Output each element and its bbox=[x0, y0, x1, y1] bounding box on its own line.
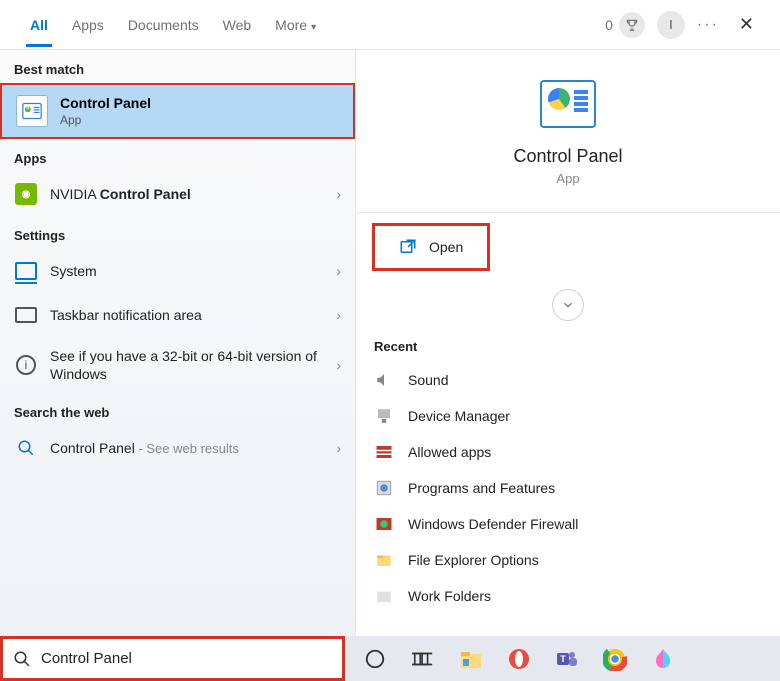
close-button[interactable]: ✕ bbox=[731, 10, 762, 39]
control-panel-icon bbox=[16, 95, 48, 127]
search-icon bbox=[14, 436, 38, 460]
open-label: Open bbox=[429, 239, 463, 255]
preview-title: Control Panel bbox=[513, 146, 622, 167]
control-panel-large-icon bbox=[540, 80, 596, 128]
work-folders-icon bbox=[374, 586, 394, 606]
section-apps: Apps bbox=[0, 139, 355, 172]
tab-apps[interactable]: Apps bbox=[60, 3, 116, 47]
result-system[interactable]: System › bbox=[0, 249, 355, 293]
recent-sound[interactable]: Sound bbox=[374, 362, 762, 398]
folder-options-icon bbox=[374, 550, 394, 570]
recent-device-manager[interactable]: Device Manager bbox=[374, 398, 762, 434]
recent-item-label: Device Manager bbox=[408, 408, 510, 424]
tab-documents[interactable]: Documents bbox=[116, 3, 211, 47]
rewards-count: 0 bbox=[605, 17, 613, 33]
recent-label: Recent bbox=[374, 331, 762, 362]
recent-item-label: File Explorer Options bbox=[408, 552, 539, 568]
best-match-subtitle: App bbox=[60, 113, 151, 127]
recent-file-explorer-options[interactable]: File Explorer Options bbox=[374, 542, 762, 578]
chevron-right-icon: › bbox=[336, 186, 341, 202]
paint-taskbar-icon[interactable] bbox=[649, 645, 677, 673]
expand-button[interactable] bbox=[552, 289, 584, 321]
device-manager-icon bbox=[374, 406, 394, 426]
result-name: Control Panel bbox=[50, 440, 135, 456]
preview-subtitle: App bbox=[556, 171, 579, 186]
options-button[interactable]: ··· bbox=[697, 16, 719, 34]
programs-icon bbox=[374, 478, 394, 498]
user-avatar[interactable]: I bbox=[657, 11, 685, 39]
best-match-result[interactable]: Control Panel App bbox=[0, 83, 355, 139]
result-prefix: NVIDIA bbox=[50, 186, 100, 202]
taskbar: T bbox=[345, 636, 780, 681]
file-explorer-taskbar-icon[interactable] bbox=[457, 645, 485, 673]
recent-item-label: Work Folders bbox=[408, 588, 491, 604]
cortana-icon[interactable] bbox=[361, 645, 389, 673]
result-taskbar-notification[interactable]: Taskbar notification area › bbox=[0, 293, 355, 337]
open-action[interactable]: Open bbox=[372, 223, 490, 271]
chevron-right-icon: › bbox=[336, 307, 341, 323]
firewall-icon bbox=[374, 442, 394, 462]
result-web-search[interactable]: Control Panel - See web results › bbox=[0, 426, 355, 470]
taskbar-icon bbox=[15, 307, 37, 323]
info-icon: i bbox=[16, 355, 36, 375]
section-best-match: Best match bbox=[0, 50, 355, 83]
task-view-icon[interactable] bbox=[409, 645, 437, 673]
recent-item-label: Sound bbox=[408, 372, 448, 388]
speaker-icon bbox=[374, 370, 394, 390]
opera-taskbar-icon[interactable] bbox=[505, 645, 533, 673]
tab-more[interactable]: More ▾ bbox=[263, 3, 328, 47]
monitor-icon bbox=[15, 262, 37, 280]
result-name: System bbox=[50, 262, 336, 280]
recent-programs-features[interactable]: Programs and Features bbox=[374, 470, 762, 506]
search-box[interactable] bbox=[0, 636, 345, 681]
result-hint: - See web results bbox=[135, 441, 239, 456]
teams-taskbar-icon[interactable]: T bbox=[553, 645, 581, 673]
chevron-right-icon: › bbox=[336, 263, 341, 279]
recent-item-label: Allowed apps bbox=[408, 444, 491, 460]
chevron-right-icon: › bbox=[336, 357, 341, 373]
best-match-title: Control Panel bbox=[60, 95, 151, 111]
search-icon bbox=[13, 650, 31, 668]
recent-item-label: Programs and Features bbox=[408, 480, 555, 496]
open-icon bbox=[399, 238, 417, 256]
section-settings: Settings bbox=[0, 216, 355, 249]
recent-item-label: Windows Defender Firewall bbox=[408, 516, 578, 532]
rewards-button[interactable]: 0 bbox=[605, 12, 645, 38]
result-name: Taskbar notification area bbox=[50, 306, 336, 324]
tab-web[interactable]: Web bbox=[211, 3, 264, 47]
chevron-down-icon: ▾ bbox=[311, 22, 316, 33]
chrome-taskbar-icon[interactable] bbox=[601, 645, 629, 673]
svg-text:T: T bbox=[560, 654, 566, 664]
result-name: See if you have a 32-bit or 64-bit versi… bbox=[50, 347, 336, 383]
chevron-right-icon: › bbox=[336, 440, 341, 456]
trophy-icon bbox=[619, 12, 645, 38]
recent-work-folders[interactable]: Work Folders bbox=[374, 578, 762, 614]
recent-defender-firewall[interactable]: Windows Defender Firewall bbox=[374, 506, 762, 542]
result-32-64-bit[interactable]: i See if you have a 32-bit or 64-bit ver… bbox=[0, 337, 355, 393]
tab-more-label: More bbox=[275, 17, 307, 33]
recent-allowed-apps[interactable]: Allowed apps bbox=[374, 434, 762, 470]
result-name: Control Panel bbox=[100, 186, 191, 202]
search-tabs-bar: All Apps Documents Web More ▾ 0 I ··· ✕ bbox=[0, 0, 780, 50]
search-input[interactable] bbox=[41, 650, 332, 667]
defender-icon bbox=[374, 514, 394, 534]
results-pane: Best match Control Panel App Apps ◉ NVID… bbox=[0, 50, 355, 650]
tab-all[interactable]: All bbox=[18, 3, 60, 47]
section-web: Search the web bbox=[0, 393, 355, 426]
result-nvidia-control-panel[interactable]: ◉ NVIDIA Control Panel › bbox=[0, 172, 355, 216]
preview-pane: Control Panel App Open Recent Sound Devi bbox=[355, 50, 780, 650]
nvidia-icon: ◉ bbox=[15, 183, 37, 205]
